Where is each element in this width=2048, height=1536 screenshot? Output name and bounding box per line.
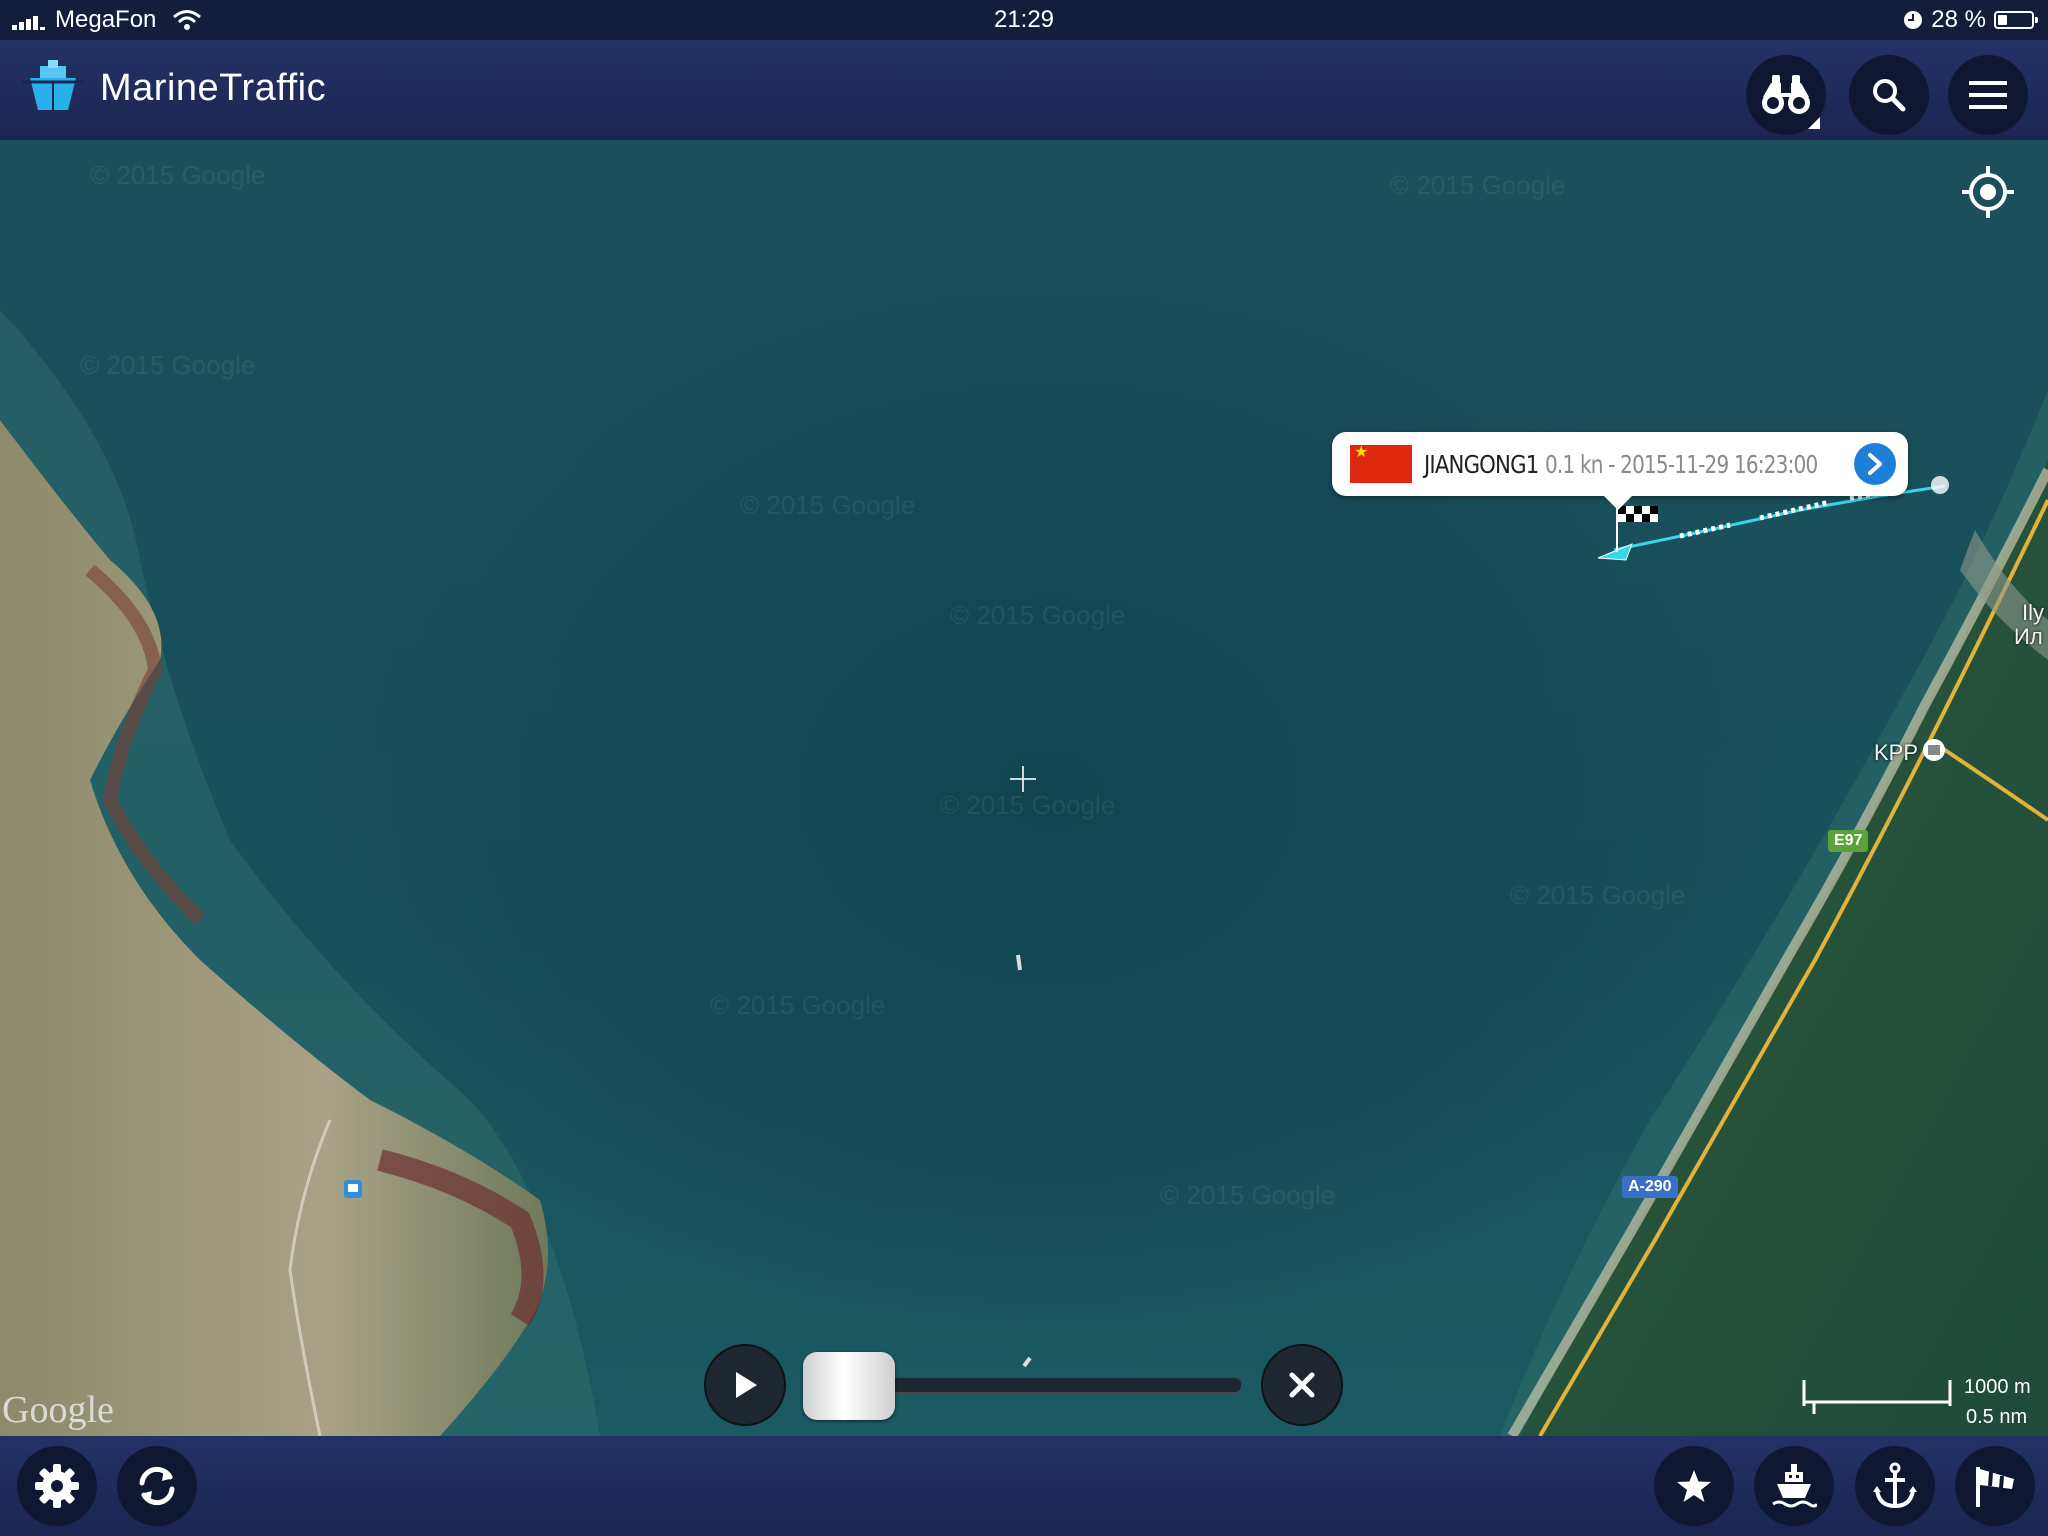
close-playback-button[interactable] (1261, 1344, 1343, 1426)
map-scale: 1000 m 0.5 nm (1800, 1376, 2048, 1436)
anchor-icon (1873, 1462, 1917, 1509)
ship-icon (1772, 1464, 1817, 1508)
settings-button[interactable] (17, 1446, 97, 1526)
brand: MarineTraffic (22, 60, 326, 116)
google-logo: Google (2, 1389, 114, 1431)
vessel-speed-timestamp: 0.1 kn - 2015-11-29 16:23:00 (1544, 449, 1818, 479)
star-icon (1677, 1470, 1711, 1502)
vessels-button[interactable] (1754, 1446, 1834, 1526)
clock-icon (1904, 11, 1923, 29)
play-icon (736, 1372, 757, 1398)
bus-stop-icon (344, 1180, 362, 1198)
refresh-icon (139, 1466, 175, 1506)
vessel-name: JIANGONG1 (1424, 449, 1539, 479)
china-flag-icon: ★ (1350, 445, 1412, 483)
chevron-right-icon (1868, 453, 1882, 475)
place-label: Ил (2014, 624, 2043, 649)
road-label: E97 (1828, 830, 1869, 852)
gear-icon (35, 1464, 79, 1508)
scale-bar-icon (1802, 1380, 1952, 1414)
playback-slider-handle[interactable] (803, 1352, 895, 1420)
play-button[interactable] (704, 1344, 786, 1426)
windsock-icon (1976, 1467, 2014, 1507)
battery-percent: 28 % (1931, 6, 1986, 33)
vessel-popup[interactable]: ★ JIANGONG1 0.1 kn - 2015-11-29 16:23:00 (1332, 432, 1908, 510)
corner-indicator-icon (1808, 117, 1820, 129)
search-icon (1873, 79, 1906, 112)
weather-button[interactable] (1955, 1446, 2035, 1526)
status-right: 28 % (1903, 6, 2038, 34)
scale-nautical: 0.5 nm (1966, 1406, 2028, 1428)
binoculars-icon (1762, 75, 1810, 114)
place-label: KPP (1874, 740, 1919, 765)
binoculars-button[interactable] (1746, 55, 1826, 135)
place-label: Ily (2022, 600, 2044, 625)
checkpoint-icon (1923, 739, 1945, 761)
scale-metric: 1000 m (1964, 1376, 2031, 1398)
top-navigation-bar: MarineTraffic (0, 40, 2048, 140)
marinetraffic-logo-icon (22, 60, 84, 110)
vessel-track (1016, 476, 1949, 1368)
bottom-toolbar (0, 1436, 2048, 1536)
menu-button[interactable] (1948, 55, 2028, 135)
battery-icon (1994, 11, 2038, 29)
road-label: A-290 (1622, 1176, 1678, 1198)
close-icon (1289, 1372, 1315, 1398)
clock: 21:29 (993, 6, 1055, 33)
search-button[interactable] (1849, 55, 1929, 135)
favorites-button[interactable] (1654, 1446, 1734, 1526)
status-bar: MegaFon 21:29 28 % (0, 0, 2048, 40)
app-title: MarineTraffic (100, 66, 327, 109)
playback-track[interactable] (860, 1377, 1242, 1393)
satellite-map[interactable]: © 2015 Google © 2015 Google © 2015 Googl… (0, 140, 2048, 1436)
hamburger-menu-icon (1969, 81, 2007, 109)
refresh-button[interactable] (117, 1446, 197, 1526)
ports-button[interactable] (1855, 1446, 1935, 1526)
vessel-details-button[interactable] (1854, 443, 1896, 485)
